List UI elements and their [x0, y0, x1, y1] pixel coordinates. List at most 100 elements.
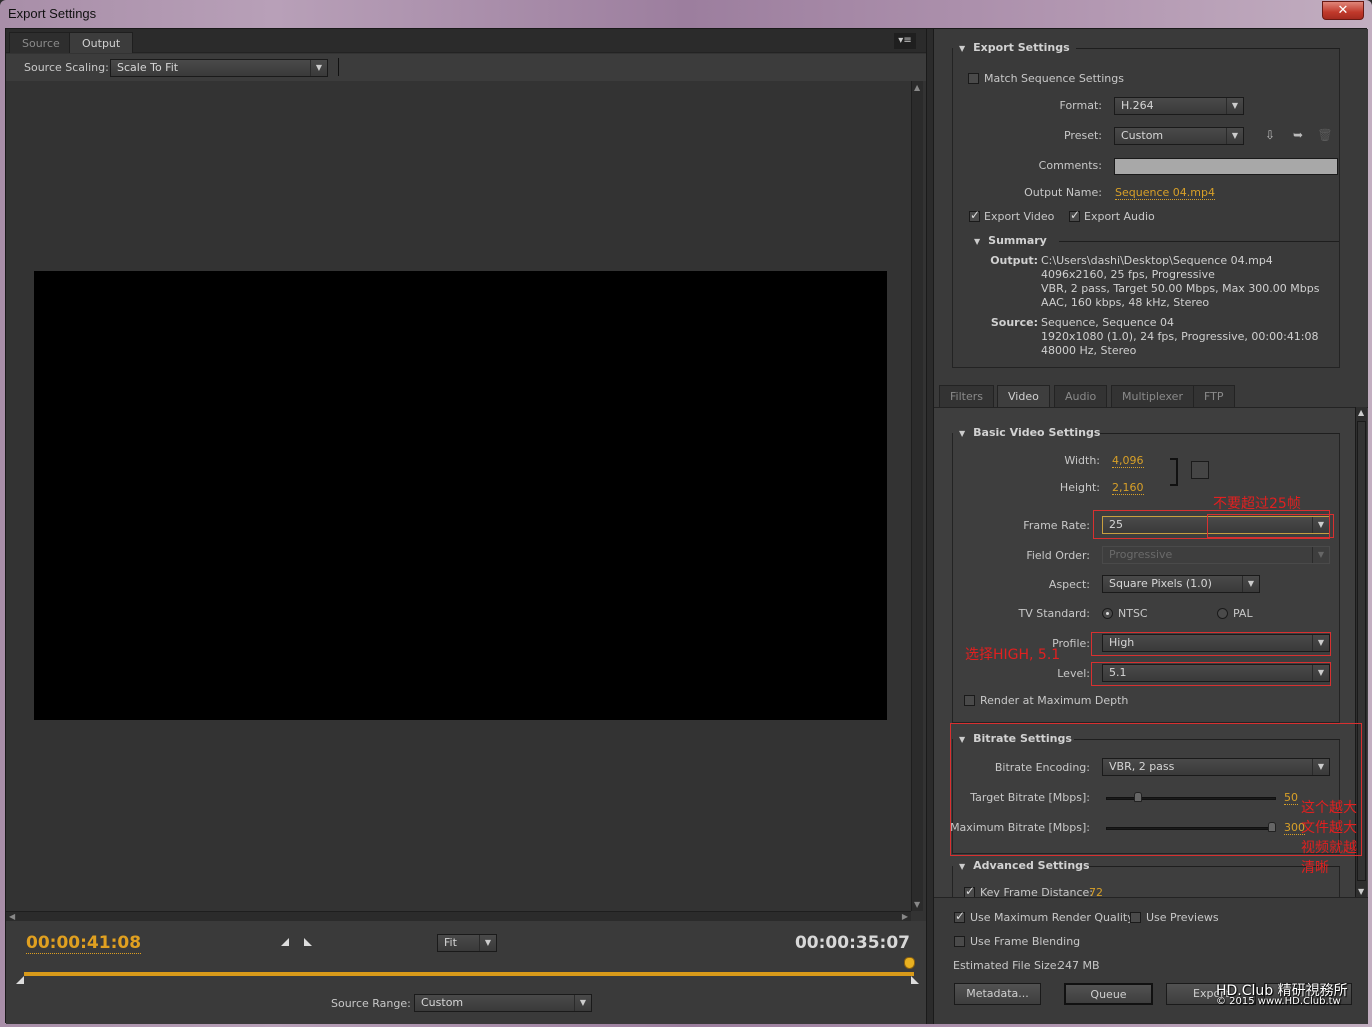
save-preset-icon[interactable]: ⇩ — [1262, 128, 1278, 142]
import-preset-icon[interactable]: ➥ — [1290, 128, 1306, 142]
export-settings-title: Export Settings — [973, 41, 1070, 54]
frame-rate-annotation: 不要超过25帧 — [1213, 496, 1301, 512]
key-frame-distance-value[interactable]: 72 — [1089, 886, 1103, 897]
scroll-up-icon[interactable]: ▲ — [914, 83, 920, 92]
field-order-value: Progressive — [1109, 548, 1173, 561]
watermark-copyright: © 2015 www.HD.Club.tw — [1216, 996, 1341, 1007]
export-audio-label: Export Audio — [1084, 210, 1155, 223]
export-audio-checkbox[interactable] — [1069, 208, 1080, 222]
in-point-handle[interactable] — [16, 976, 24, 984]
bitrate-annotation-line: 文件越大 — [1301, 820, 1357, 836]
source-scaling-value: Scale To Fit — [117, 61, 179, 74]
summary-output-line: AAC, 160 kbps, 48 kHz, Stereo — [1041, 296, 1210, 309]
frame-rate-highlight — [1093, 510, 1330, 539]
export-video-checkbox[interactable] — [969, 208, 980, 222]
summary-header[interactable]: ▼ Summary — [974, 234, 1047, 247]
output-name-link[interactable]: Sequence 04.mp4 — [1115, 186, 1215, 200]
panel-menu-button[interactable]: ▾≡ — [894, 33, 916, 49]
summary-output-line: VBR, 2 pass, Target 50.00 Mbps, Max 300.… — [1041, 282, 1320, 295]
export-settings-header[interactable]: ▼ Export Settings — [959, 41, 1076, 54]
frame-rate-label: Frame Rate: — [1023, 519, 1090, 532]
frame-blending-checkbox[interactable] — [954, 936, 965, 947]
tab-audio-label: Audio — [1065, 390, 1097, 403]
preset-value: Custom — [1121, 129, 1164, 142]
preview-horizontal-scrollbar[interactable]: ◀ ▶ — [6, 911, 911, 921]
pal-label: PAL — [1233, 607, 1253, 620]
timeline-controls: 00:00:41:08 Fit ▼ 00:00:35:07 Source Ran… — [6, 921, 926, 1024]
tv-standard-pal-radio[interactable] — [1217, 608, 1228, 619]
format-dropdown[interactable]: H.264 ▼ — [1114, 97, 1244, 115]
aspect-label: Aspect: — [1048, 578, 1090, 591]
summary-source-line: Sequence, Sequence 04 — [1041, 316, 1175, 329]
playhead[interactable] — [904, 957, 915, 969]
panel-menu-icon: ▾≡ — [898, 35, 912, 46]
source-scaling-dropdown[interactable]: Scale To Fit ▼ — [110, 59, 328, 77]
tab-multiplexer[interactable]: Multiplexer — [1111, 385, 1194, 407]
scroll-left-icon[interactable]: ◀ — [9, 912, 15, 921]
frame-blending-label: Use Frame Blending — [970, 935, 1081, 948]
match-sequence-checkbox[interactable] — [968, 73, 979, 84]
export-settings-window: Export Settings ✕ Source Output ▾≡ Sourc… — [0, 0, 1372, 1027]
bitrate-annotation: 这个越大 文件越大 视频就越 清晰 — [1301, 798, 1357, 878]
queue-button-label: Queue — [1090, 988, 1127, 1001]
video-preview — [34, 271, 887, 720]
source-range-dropdown[interactable]: Custom ▼ — [414, 994, 592, 1012]
summary-source-line: 48000 Hz, Stereo — [1041, 344, 1137, 357]
metadata-button[interactable]: Metadata... — [954, 983, 1041, 1005]
current-timecode[interactable]: 00:00:41:08 — [26, 933, 142, 954]
tab-audio[interactable]: Audio — [1054, 385, 1108, 407]
preview-panel: Source Output ▾≡ Source Scaling: Scale T… — [6, 29, 926, 1024]
scroll-right-icon[interactable]: ▶ — [902, 912, 908, 921]
basic-video-title: Basic Video Settings — [973, 426, 1101, 439]
preset-label: Preset: — [1063, 129, 1102, 142]
aspect-link-bracket — [1170, 458, 1178, 486]
scroll-down-icon[interactable]: ▼ — [914, 900, 920, 909]
width-value[interactable]: 4,096 — [1112, 454, 1144, 468]
zoom-level-dropdown[interactable]: Fit ▼ — [437, 934, 497, 952]
collapse-triangle-icon: ▼ — [974, 237, 981, 246]
bitrate-annotation-line: 这个越大 — [1301, 800, 1357, 816]
estimated-size-value: 247 MB — [1058, 959, 1100, 972]
scroll-down-icon[interactable]: ▼ — [1358, 887, 1364, 896]
preset-dropdown[interactable]: Custom ▼ — [1114, 127, 1244, 145]
panel-splitter[interactable] — [926, 29, 934, 1024]
comments-input[interactable] — [1114, 158, 1338, 175]
tab-output[interactable]: Output — [69, 32, 134, 53]
title-bar[interactable]: Export Settings ✕ — [0, 0, 1372, 28]
tab-ftp[interactable]: FTP — [1193, 385, 1235, 407]
constrain-proportions-toggle[interactable] — [1191, 461, 1209, 479]
key-frame-distance-checkbox[interactable] — [964, 884, 975, 897]
aspect-dropdown[interactable]: Square Pixels (1.0) ▼ — [1102, 575, 1260, 593]
close-button[interactable]: ✕ — [1322, 1, 1364, 20]
scroll-up-icon[interactable]: ▲ — [1358, 408, 1364, 417]
tv-standard-label: TV Standard: — [1018, 607, 1091, 620]
use-previews-checkbox[interactable] — [1130, 912, 1141, 923]
estimated-size-label: Estimated File Size: — [953, 959, 1061, 972]
queue-button[interactable]: Queue — [1064, 983, 1153, 1005]
window-title: Export Settings — [8, 6, 97, 21]
summary-output-line: 4096x2160, 25 fps, Progressive — [1041, 268, 1215, 281]
timeline-track[interactable] — [24, 972, 914, 976]
source-range-label: Source Range: — [331, 997, 411, 1010]
summary-output-key: Output: — [990, 254, 1038, 267]
max-render-quality-checkbox[interactable] — [954, 909, 965, 923]
tab-video-label: Video — [1008, 390, 1039, 403]
tab-filters[interactable]: Filters — [939, 385, 994, 407]
height-value[interactable]: 2,160 — [1112, 481, 1144, 495]
chevron-down-icon: ▼ — [1226, 98, 1243, 114]
set-out-point-icon[interactable] — [304, 938, 312, 946]
out-point-handle[interactable] — [911, 976, 919, 984]
tab-video[interactable]: Video — [997, 385, 1050, 407]
tv-standard-ntsc-radio[interactable] — [1102, 608, 1113, 619]
set-in-point-icon[interactable] — [281, 938, 289, 946]
tab-source[interactable]: Source — [9, 32, 73, 53]
basic-video-header[interactable]: ▼ Basic Video Settings — [959, 426, 1100, 439]
render-max-depth-checkbox[interactable] — [964, 695, 975, 706]
tab-multiplexer-label: Multiplexer — [1122, 390, 1183, 403]
summary-title: Summary — [988, 234, 1047, 247]
preview-vertical-scrollbar[interactable]: ▲ ▼ — [911, 81, 923, 911]
bitrate-annotation-line: 清晰 — [1301, 860, 1329, 876]
group-line — [1074, 48, 1340, 49]
chevron-down-icon: ▼ — [479, 935, 496, 951]
advanced-header[interactable]: ▼ Advanced Settings — [959, 859, 1090, 872]
